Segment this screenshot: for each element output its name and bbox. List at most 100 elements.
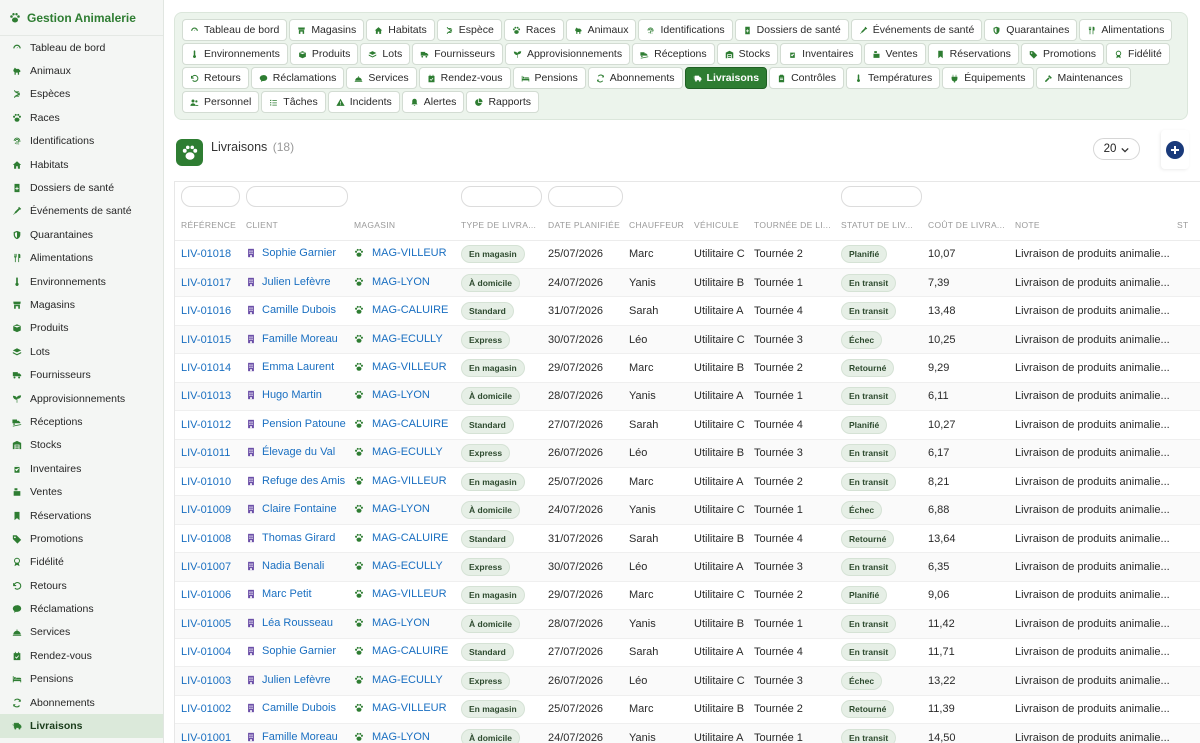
client-link[interactable]: Sophie Garnier [246,645,336,657]
table-row[interactable]: LIV-01005 Léa Rousseau MAG-LYON À domici… [175,609,1200,639]
nav-pill-rapports[interactable]: Rapports [466,91,540,113]
nav-pill-inventaires[interactable]: Inventaires [780,43,862,65]
client-link[interactable]: Nadia Benali [246,560,324,572]
store-link[interactable]: MAG-ECULLY [354,674,443,686]
client-link[interactable]: Camille Dubois [246,304,336,316]
client-link[interactable]: Famille Moreau [246,731,338,743]
column-filter-input[interactable] [181,186,240,207]
client-link[interactable]: Pension Patoune [246,418,346,430]
sidebar-item-evenements-de-sante[interactable]: Événements de santé [0,200,163,223]
column-header[interactable]: NOTE [1009,210,1171,241]
reference-link[interactable]: LIV-01004 [181,646,231,658]
nav-pill-livraisons[interactable]: Livraisons [684,67,768,89]
client-link[interactable]: Julien Lefèvre [246,674,331,686]
table-row[interactable]: LIV-01001 Famille Moreau MAG-LYON À domi… [175,723,1200,743]
column-header[interactable]: CLIENT [240,210,348,241]
reference-link[interactable]: LIV-01016 [181,305,231,317]
column-filter-input[interactable] [841,186,922,207]
reference-link[interactable]: LIV-01001 [181,732,231,743]
sidebar-item-lots[interactable]: Lots [0,340,163,363]
page-size-select[interactable]: 20 [1093,138,1140,160]
nav-pill-environnements[interactable]: Environnements [182,43,288,65]
nav-pill-fournisseurs[interactable]: Fournisseurs [412,43,503,65]
store-link[interactable]: MAG-LYON [354,617,430,629]
table-row[interactable]: LIV-01012 Pension Patoune MAG-CALUIRE St… [175,410,1200,440]
sidebar-item-habitats[interactable]: Habitats [0,153,163,176]
store-link[interactable]: MAG-LYON [354,389,430,401]
reference-link[interactable]: LIV-01010 [181,476,231,488]
table-row[interactable]: LIV-01018 Sophie Garnier MAG-VILLEUR En … [175,240,1200,269]
reference-link[interactable]: LIV-01011 [181,447,230,459]
column-header[interactable]: ST [1171,210,1200,241]
column-header[interactable]: STATUT DE LIV... [835,210,922,241]
nav-pill-animaux[interactable]: Animaux [565,19,637,41]
nav-pill-personnel[interactable]: Personnel [182,91,260,113]
table-row[interactable]: LIV-01016 Camille Dubois MAG-CALUIRE Sta… [175,296,1200,326]
column-header[interactable]: COÛT DE LIVRA... [922,210,1009,241]
nav-pill-controles[interactable]: Contrôles [769,67,845,89]
nav-pill-promotions[interactable]: Promotions [1020,43,1105,65]
sidebar-item-alimentations[interactable]: Alimentations [0,247,163,270]
table-row[interactable]: LIV-01002 Camille Dubois MAG-VILLEUR En … [175,695,1200,724]
nav-pill-quarantaines[interactable]: Quarantaines [984,19,1078,41]
nav-pill-pensions[interactable]: Pensions [512,67,586,89]
reference-link[interactable]: LIV-01003 [181,675,231,687]
column-filter-input[interactable] [461,186,542,207]
nav-pill-approvisionnements[interactable]: Approvisionnements [504,43,631,65]
store-link[interactable]: MAG-VILLEUR [354,361,447,373]
nav-pill-taches[interactable]: Tâches [261,91,326,113]
column-header[interactable]: RÉFÉRENCE [175,210,240,241]
store-link[interactable]: MAG-VILLEUR [354,702,447,714]
reference-link[interactable]: LIV-01018 [181,248,231,260]
sidebar-item-pensions[interactable]: Pensions [0,668,163,691]
client-link[interactable]: Hugo Martin [246,389,322,401]
reference-link[interactable]: LIV-01008 [181,533,231,545]
nav-pill-magasins[interactable]: Magasins [289,19,365,41]
sidebar-item-quarantaines[interactable]: Quarantaines [0,223,163,246]
sidebar-item-abonnements[interactable]: Abonnements [0,691,163,714]
nav-pill-habitats[interactable]: Habitats [366,19,435,41]
sidebar-item-environnements[interactable]: Environnements [0,270,163,293]
nav-pill-rendez-vous[interactable]: Rendez-vous [418,67,511,89]
store-link[interactable]: MAG-ECULLY [354,446,443,458]
sidebar-item-tableau-de-bord[interactable]: Tableau de bord [0,36,163,59]
sidebar-item-rendez-vous[interactable]: Rendez-vous [0,644,163,667]
store-link[interactable]: MAG-CALUIRE [354,418,448,430]
reference-link[interactable]: LIV-01015 [181,334,231,346]
sidebar-item-reservations[interactable]: Réservations [0,504,163,527]
nav-pill-espece[interactable]: Espèce [436,19,502,41]
nav-pill-services[interactable]: Services [346,67,417,89]
table-row[interactable]: LIV-01017 Julien Lefèvre MAG-LYON À domi… [175,268,1200,298]
nav-pill-produits[interactable]: Produits [289,43,359,65]
store-link[interactable]: MAG-CALUIRE [354,532,448,544]
sidebar-item-promotions[interactable]: Promotions [0,527,163,550]
add-button[interactable] [1161,130,1189,169]
column-header[interactable]: DATE PLANIFIÉE [542,210,623,241]
store-link[interactable]: MAG-VILLEUR [354,247,447,259]
column-header[interactable]: TOURNÉE DE LI... [748,210,835,241]
nav-pill-races[interactable]: Races [503,19,564,41]
table-row[interactable]: LIV-01007 Nadia Benali MAG-ECULLY Expres… [175,552,1200,582]
table-row[interactable]: LIV-01011 Élevage du Val MAG-ECULLY Expr… [175,439,1200,469]
reference-link[interactable]: LIV-01013 [181,390,231,402]
nav-pill-receptions[interactable]: Réceptions [632,43,715,65]
reference-link[interactable]: LIV-01014 [181,362,231,374]
sidebar-item-reclamations[interactable]: Réclamations [0,597,163,620]
nav-pill-alimentations[interactable]: Alimentations [1079,19,1173,41]
sidebar-item-especes[interactable]: Espèces [0,83,163,106]
sidebar-item-services[interactable]: Services [0,621,163,644]
sidebar-item-races[interactable]: Races [0,106,163,129]
table-row[interactable]: LIV-01014 Emma Laurent MAG-VILLEUR En ma… [175,353,1200,383]
table-row[interactable]: LIV-01015 Famille Moreau MAG-ECULLY Expr… [175,325,1200,355]
nav-pill-lots[interactable]: Lots [360,43,411,65]
column-filter-input[interactable] [246,186,348,207]
nav-pill-tableau-de-bord[interactable]: Tableau de bord [182,19,288,41]
reference-link[interactable]: LIV-01017 [181,277,231,289]
store-link[interactable]: MAG-VILLEUR [354,588,447,600]
nav-pill-incidents[interactable]: Incidents [327,91,400,113]
store-link[interactable]: MAG-CALUIRE [354,304,448,316]
sidebar-item-produits[interactable]: Produits [0,317,163,340]
store-link[interactable]: MAG-VILLEUR [354,475,447,487]
nav-pill-stocks[interactable]: Stocks [716,43,779,65]
client-link[interactable]: Julien Lefèvre [246,276,331,288]
